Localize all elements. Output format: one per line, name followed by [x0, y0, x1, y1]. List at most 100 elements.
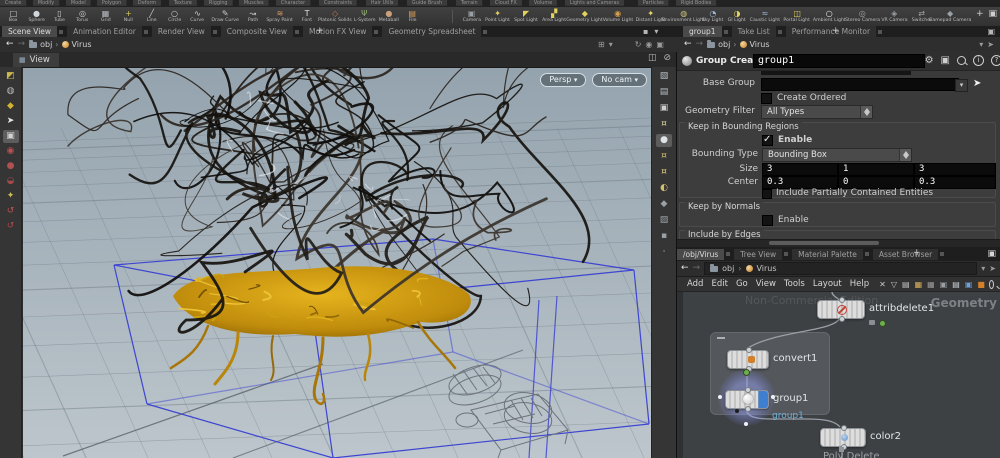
shelf-tool-box[interactable]: □ Box	[2, 7, 25, 26]
shading-mode-icon[interactable]: ●	[656, 134, 672, 147]
pin-icon[interactable]: ➤	[987, 40, 994, 49]
shelf-set-character[interactable]: Character	[276, 0, 310, 6]
screen-icon[interactable]: ▣	[965, 278, 973, 291]
shelf-tool-ambient-light[interactable]: ○ Ambient Light	[813, 7, 846, 26]
paper-icon[interactable]: ▤	[952, 278, 960, 291]
shelf-tool-draw-curve[interactable]: ✎ Draw Curve	[209, 7, 241, 26]
grid-view-icon[interactable]: ▦	[915, 278, 923, 291]
tab-tree-view[interactable]: Tree View	[734, 249, 782, 260]
tab-menu-icon[interactable]	[295, 30, 299, 34]
tab-menu-icon[interactable]	[726, 252, 730, 256]
shelf-set-rigging[interactable]: Rigging	[204, 0, 232, 6]
breadcrumb-root-right[interactable]: obj	[718, 40, 730, 49]
bounding-type-dropdown[interactable]: Bounding Box	[762, 148, 912, 162]
create-ordered-checkbox[interactable]	[761, 93, 772, 104]
network-maximize-icon[interactable]: ▣	[987, 249, 996, 259]
shelf-tool-curve[interactable]: ∿ Curve	[186, 7, 209, 26]
notes-icon[interactable]: ▤	[902, 278, 910, 291]
viewport-canvas[interactable]: Persp ▾ No cam ▾	[23, 68, 651, 458]
background-icon[interactable]: ▨	[656, 214, 672, 227]
size-y-field[interactable]: 1	[838, 163, 914, 176]
shelf-add-icon[interactable]: +	[976, 9, 984, 19]
breadcrumb-node[interactable]: Virus	[72, 40, 92, 49]
tab-material-palette[interactable]: Material Palette	[792, 249, 863, 260]
shelf-set-volume[interactable]: Volume	[529, 0, 557, 6]
network-pin-icon[interactable]: ➤	[989, 264, 996, 273]
scrollbar-handle[interactable]	[769, 241, 879, 245]
parameters-hscrollbar[interactable]	[677, 239, 1000, 247]
output-connector[interactable]	[839, 316, 845, 322]
network-canvas[interactable]: Non-Commercial Edition Geometry	[677, 292, 1000, 458]
shelf-tool-camera[interactable]: ▣ Camera	[460, 7, 483, 26]
tools-icon[interactable]: ✕	[879, 278, 886, 291]
normals-enable-checkbox[interactable]	[762, 215, 773, 226]
disable-icon[interactable]: ⊘	[663, 53, 671, 63]
tab-composite-view[interactable]: Composite View	[221, 26, 293, 37]
shelf-tool-geometry-light[interactable]: ◆ Geometry Light	[568, 7, 601, 26]
tab-render-view[interactable]: Render View	[152, 26, 211, 37]
back-icon-right[interactable]: ←	[684, 37, 692, 52]
network-node[interactable]: Virus	[757, 264, 777, 273]
viewport-view-tab[interactable]: ▦ View	[13, 53, 59, 67]
node-attribdelete1[interactable]	[817, 300, 865, 319]
back-icon[interactable]: ←	[6, 37, 14, 52]
package-icon[interactable]: ■	[977, 278, 985, 291]
select-materials-icon[interactable]: ✦	[3, 190, 19, 203]
show-points-icon[interactable]: ◩	[3, 70, 19, 83]
info-icon[interactable]: i	[973, 55, 984, 66]
shelf-tool-tube[interactable]: ▯ Tube	[48, 7, 71, 26]
tab-obj-virus[interactable]: /obj/Virus	[677, 249, 724, 260]
menu-edit[interactable]: Edit	[707, 279, 731, 289]
shelf-set-constraints[interactable]: Constraints	[319, 0, 357, 6]
pane-maximize-icon[interactable]: ▣	[987, 27, 995, 36]
shelf-tool-null[interactable]: + Null	[117, 7, 140, 26]
select-objects-icon[interactable]: ◉	[3, 145, 19, 158]
snap-icon[interactable]: ◆	[3, 100, 19, 113]
tab-menu-icon[interactable]	[724, 30, 728, 34]
normal-lighting-icon[interactable]: ¤	[656, 150, 672, 163]
shelf-tool-gamepad-camera[interactable]: ◆ Gamepad Camera	[934, 7, 967, 26]
add-tab-icon[interactable]: +	[312, 26, 328, 36]
help-icon[interactable]: ?	[991, 55, 1000, 66]
pane-box-icon[interactable]: ▣	[656, 40, 664, 49]
shelf-tool-switcher[interactable]: ⇄ Switcher	[910, 7, 934, 26]
network-root[interactable]: obj	[722, 264, 734, 273]
tab-menu-icon[interactable]	[865, 252, 869, 256]
tab-take-list[interactable]: Take List	[732, 26, 776, 37]
grid-toggle-icon[interactable]: ·	[656, 246, 672, 259]
snap-options-icon[interactable]: ◫	[648, 53, 657, 63]
shelf-tool-font[interactable]: T Font	[296, 7, 319, 26]
hq-lighting-icon[interactable]: ¤	[656, 166, 672, 179]
shelf-tool-caustic-light[interactable]: ≈ Caustic Light	[748, 7, 781, 26]
shelf-tool-environment-light[interactable]: ◍ Environment Light	[667, 7, 700, 26]
tab-group1[interactable]: group1	[683, 26, 722, 37]
shelf-set-terrain[interactable]: Terrain	[456, 0, 482, 6]
path-dropdown-icon-right[interactable]: ▾	[979, 40, 983, 49]
shelf-tool-sky-light[interactable]: ◔ Sky Light	[700, 7, 725, 26]
size-x-field[interactable]: 3	[762, 163, 838, 176]
node-label-convert1[interactable]: convert1	[773, 353, 817, 364]
shelf-tool-circle[interactable]: ○ Circle	[163, 7, 186, 26]
shelf-tool-vr-camera[interactable]: ◈ VR Camera	[879, 7, 910, 26]
tab-menu-icon[interactable]	[374, 30, 378, 34]
include-partial-checkbox[interactable]	[762, 189, 772, 199]
node-group1[interactable]	[725, 390, 769, 409]
display-badge-icon[interactable]	[743, 369, 750, 376]
shelf-tool-grid[interactable]: ▦ Grid	[94, 7, 117, 26]
shelf-set-lights-and-cameras[interactable]: Lights and Cameras	[565, 0, 624, 6]
base-group-field[interactable]	[761, 78, 959, 91]
snapshot-sphere-icon[interactable]: ◉	[645, 40, 652, 49]
persp-view-button[interactable]: Persp ▾	[540, 73, 586, 87]
network-back-icon[interactable]: ←	[681, 261, 689, 276]
shelf-set-polygon[interactable]: Polygon	[97, 0, 126, 6]
shelf-tool-volume-light[interactable]: ◉ Volume Light	[601, 7, 634, 26]
menu-layout[interactable]: Layout	[809, 279, 846, 289]
shelf-tool-area-light[interactable]: ▞ Area Light	[540, 7, 568, 26]
output-connector[interactable]	[745, 406, 751, 412]
input-connector[interactable]	[839, 297, 845, 303]
network-search-icon[interactable]	[989, 280, 994, 289]
shelf-set-rigid-bodies[interactable]: Rigid Bodies	[676, 0, 716, 6]
shadows-icon[interactable]: ◐	[656, 182, 672, 195]
input-connector[interactable]	[746, 347, 752, 353]
menu-help[interactable]: Help	[846, 279, 873, 289]
